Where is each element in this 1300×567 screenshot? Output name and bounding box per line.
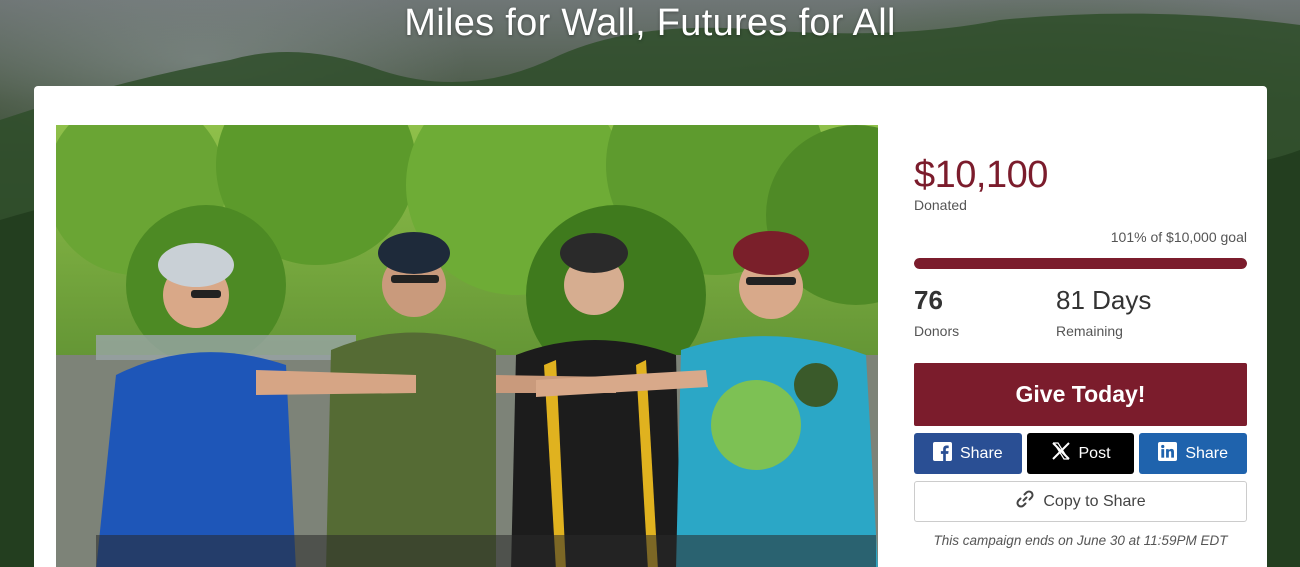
facebook-share-button[interactable]: Share <box>914 433 1022 474</box>
copy-to-share-label: Copy to Share <box>1043 492 1146 510</box>
donors-label: Donors <box>914 323 960 339</box>
page-title: Miles for Wall, Futures for All <box>404 2 896 44</box>
campaign-card: $10,100 Donated 101% of $10,000 goal 76 … <box>34 86 1267 567</box>
donated-amount: $10,100 <box>914 154 1048 196</box>
facebook-icon <box>932 441 952 466</box>
campaign-end-notice: This campaign ends on June 30 at 11:59PM… <box>933 533 1228 548</box>
linkedin-share-button[interactable]: Share <box>1139 433 1248 474</box>
donors-count: 76 <box>914 285 943 315</box>
x-post-label: Post <box>1078 444 1111 462</box>
donated-label: Donated <box>914 197 967 213</box>
linkedin-share-label: Share <box>1185 444 1229 462</box>
progress-bar <box>914 258 1247 269</box>
x-icon <box>1051 441 1071 466</box>
days-remaining-label: Remaining <box>1056 323 1123 339</box>
link-icon <box>1015 489 1035 514</box>
linkedin-icon <box>1158 441 1178 466</box>
campaign-photo <box>56 125 878 567</box>
days-remaining-count: 81 Days <box>1056 285 1152 315</box>
facebook-share-label: Share <box>959 444 1003 462</box>
goal-progress-text: 101% of $10,000 goal <box>1110 229 1247 245</box>
x-post-button[interactable]: Post <box>1026 433 1135 474</box>
progress-bar-fill <box>914 258 1247 269</box>
give-today-button[interactable]: Give Today! <box>914 363 1247 426</box>
copy-to-share-button[interactable]: Copy to Share <box>914 481 1247 522</box>
share-buttons: Share Post Share <box>914 433 1248 474</box>
